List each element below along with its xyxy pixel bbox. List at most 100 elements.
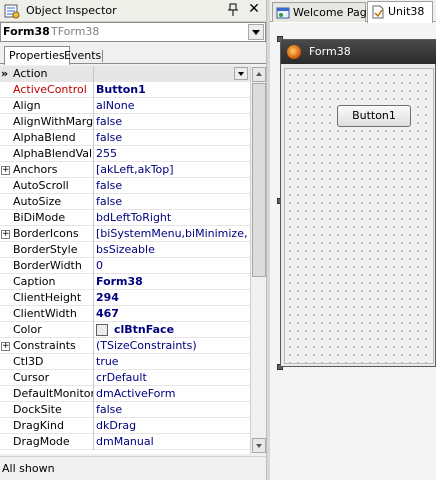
property-name: DefaultMonitor bbox=[13, 387, 93, 400]
property-value[interactable]: [biSystemMenu,biMinimize,biMax bbox=[96, 227, 248, 240]
property-value[interactable]: 255 bbox=[96, 147, 248, 160]
property-row[interactable]: Cursor crDefault bbox=[0, 370, 250, 386]
tab-events[interactable]: Events bbox=[60, 48, 105, 64]
scrollbar-thumb[interactable] bbox=[252, 83, 266, 277]
property-value[interactable]: false bbox=[96, 403, 248, 416]
property-value[interactable]: clBtnFace bbox=[96, 323, 248, 336]
property-value[interactable]: bsSizeable bbox=[96, 243, 248, 256]
row-gutter bbox=[0, 242, 10, 258]
property-row[interactable]: ClientHeight 294 bbox=[0, 290, 250, 306]
status-bar: All shown bbox=[0, 456, 266, 480]
property-value[interactable]: true bbox=[96, 355, 248, 368]
property-name: ClientWidth bbox=[13, 307, 77, 320]
property-name: AlignWithMargins bbox=[13, 115, 93, 128]
expand-plus-icon[interactable]: + bbox=[1, 166, 10, 175]
column-divider bbox=[93, 130, 94, 146]
property-name: Caption bbox=[13, 275, 56, 288]
row-gutter: + bbox=[0, 226, 10, 242]
scroll-down-arrow-icon[interactable] bbox=[252, 438, 266, 453]
property-row[interactable]: DragKind dkDrag bbox=[0, 418, 250, 434]
property-row[interactable]: DockSite false bbox=[0, 402, 250, 418]
property-value[interactable]: false bbox=[96, 115, 248, 128]
designer-form[interactable]: Form38 Button1 bbox=[280, 39, 436, 367]
property-row[interactable]: AutoScroll false bbox=[0, 178, 250, 194]
property-row[interactable]: +BorderIcons [biSystemMenu,biMinimize,biM… bbox=[0, 226, 250, 242]
property-row[interactable]: ClientWidth 467 bbox=[0, 306, 250, 322]
object-selector-combo[interactable]: Form38 TForm38 bbox=[0, 22, 266, 42]
property-value[interactable]: [akLeft,akTop] bbox=[96, 163, 248, 176]
property-value[interactable]: bdLeftToRight bbox=[96, 211, 248, 224]
property-value[interactable]: alNone bbox=[96, 99, 248, 112]
property-name: ActiveControl bbox=[13, 83, 87, 96]
column-divider bbox=[93, 418, 94, 434]
row-gutter bbox=[0, 82, 10, 98]
property-value[interactable]: (TSizeConstraints) bbox=[96, 339, 248, 352]
form-caption-bar: Form38 bbox=[281, 40, 436, 64]
row-gutter bbox=[0, 418, 10, 434]
column-divider bbox=[93, 338, 94, 354]
pin-icon[interactable] bbox=[228, 3, 238, 17]
row-gutter bbox=[0, 210, 10, 226]
property-row[interactable]: AlphaBlend false bbox=[0, 130, 250, 146]
chevron-down-icon[interactable] bbox=[248, 24, 264, 40]
property-value[interactable]: dkDrag bbox=[96, 419, 248, 432]
column-divider bbox=[93, 226, 94, 242]
property-name: BiDiMode bbox=[13, 211, 66, 224]
property-row[interactable]: DefaultMonitor dmActiveForm bbox=[0, 386, 250, 402]
property-row[interactable]: » Action bbox=[0, 66, 250, 82]
property-name: BorderStyle bbox=[13, 243, 78, 256]
column-divider bbox=[93, 98, 94, 114]
row-gutter bbox=[0, 434, 10, 450]
tab-unit38[interactable]: Unit38 bbox=[367, 1, 433, 23]
property-row[interactable]: AlphaBlendValue255 bbox=[0, 146, 250, 162]
vertical-scrollbar[interactable] bbox=[250, 66, 266, 454]
property-value[interactable]: false bbox=[96, 131, 248, 144]
row-gutter: » bbox=[0, 66, 10, 82]
property-name: Ctl3D bbox=[13, 355, 44, 368]
tab-welcome-label: Welcome Page bbox=[293, 6, 374, 19]
property-row[interactable]: ActiveControl Button1 bbox=[0, 82, 250, 98]
property-value[interactable]: Form38 bbox=[96, 275, 248, 288]
property-value[interactable]: dmActiveForm bbox=[96, 387, 248, 400]
property-row[interactable]: Align alNone bbox=[0, 98, 250, 114]
column-divider bbox=[93, 274, 94, 290]
property-value[interactable]: dmManual bbox=[96, 435, 248, 448]
value-dropdown-button[interactable] bbox=[234, 67, 248, 80]
property-row[interactable]: AlignWithMarginsfalse bbox=[0, 114, 250, 130]
property-name: Anchors bbox=[13, 163, 58, 176]
property-row[interactable]: BorderStyle bsSizeable bbox=[0, 242, 250, 258]
row-gutter bbox=[0, 290, 10, 306]
tab-welcome-page[interactable]: Welcome Page bbox=[272, 2, 373, 22]
property-row[interactable]: BorderWidth 0 bbox=[0, 258, 250, 274]
property-row[interactable]: + Constraints (TSizeConstraints) bbox=[0, 338, 250, 354]
property-row[interactable]: Color clBtnFace bbox=[0, 322, 250, 338]
column-divider bbox=[93, 82, 94, 98]
property-row[interactable]: Ctl3D true bbox=[0, 354, 250, 370]
column-divider bbox=[93, 178, 94, 194]
row-gutter bbox=[0, 274, 10, 290]
property-value[interactable]: false bbox=[96, 179, 248, 192]
property-value[interactable]: false bbox=[96, 195, 248, 208]
property-value[interactable]: 467 bbox=[96, 307, 248, 320]
expand-plus-icon[interactable]: + bbox=[1, 230, 10, 239]
property-row[interactable]: AutoSize false bbox=[0, 194, 250, 210]
property-row[interactable]: DragMode dmManual bbox=[0, 434, 250, 450]
property-value[interactable]: Button1 bbox=[96, 83, 248, 96]
expand-plus-icon[interactable]: + bbox=[1, 342, 10, 351]
column-divider bbox=[93, 354, 94, 370]
property-value[interactable]: 294 bbox=[96, 291, 248, 304]
close-icon[interactable]: ✕ bbox=[246, 1, 262, 17]
property-name: BorderWidth bbox=[13, 259, 82, 272]
property-row[interactable]: BiDiMode bdLeftToRight bbox=[0, 210, 250, 226]
property-row[interactable]: Caption Form38 bbox=[0, 274, 250, 290]
column-divider bbox=[93, 322, 94, 338]
row-gutter bbox=[0, 386, 10, 402]
property-value[interactable]: 0 bbox=[96, 259, 248, 272]
column-divider bbox=[93, 402, 94, 418]
property-row[interactable]: + Anchors [akLeft,akTop] bbox=[0, 162, 250, 178]
button1-control[interactable]: Button1 bbox=[337, 105, 411, 127]
tab-divider bbox=[102, 50, 103, 62]
property-value[interactable]: crDefault bbox=[96, 371, 248, 384]
scroll-up-arrow-icon[interactable] bbox=[252, 67, 266, 82]
form-client-area[interactable]: Button1 bbox=[284, 68, 434, 364]
